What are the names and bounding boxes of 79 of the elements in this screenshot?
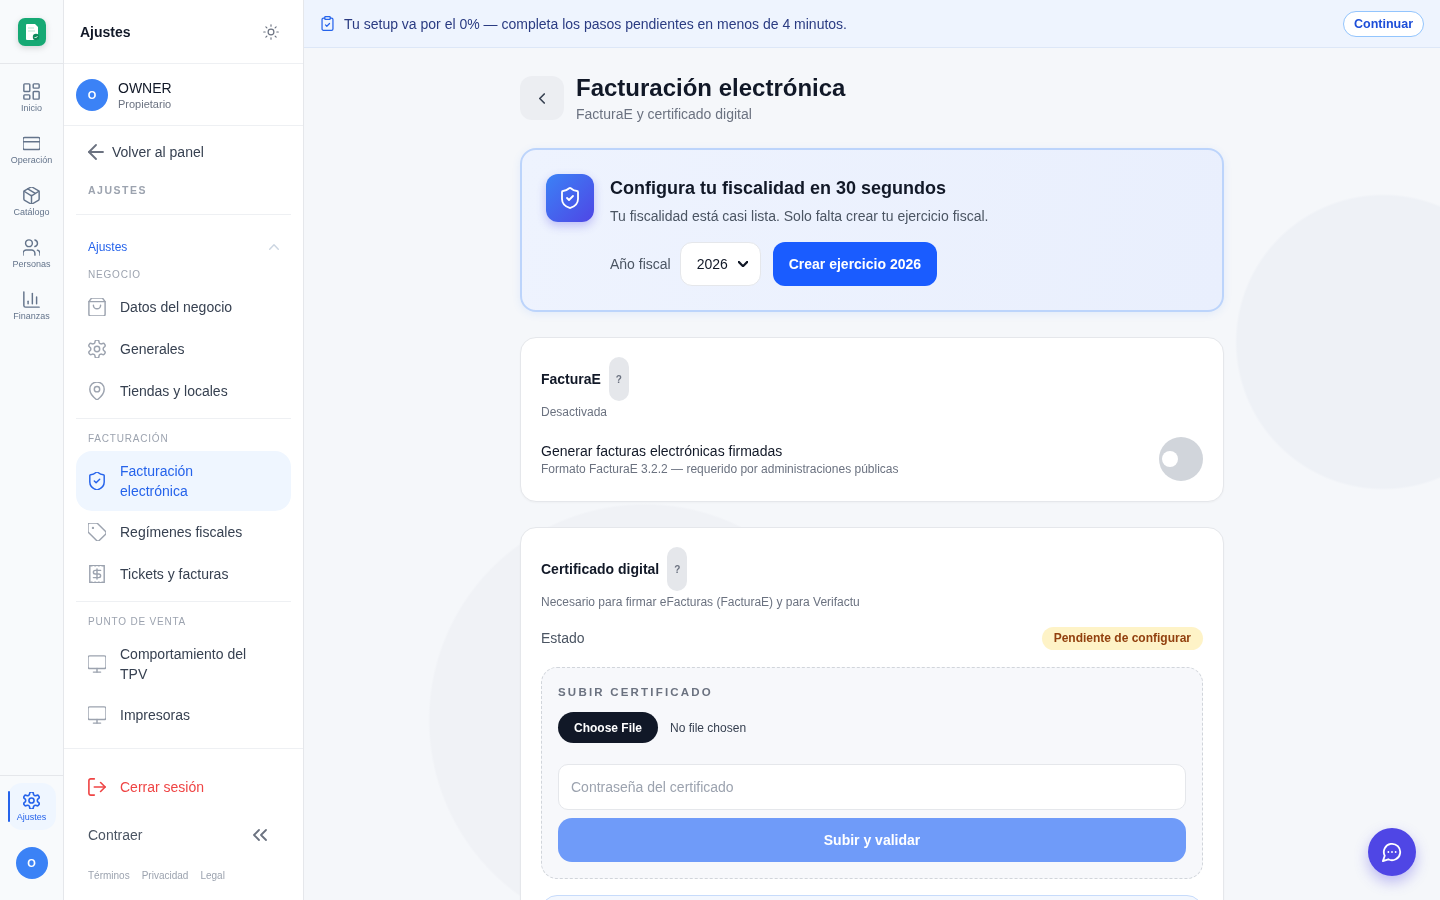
continue-button[interactable]: Continuar <box>1342 10 1424 37</box>
sidebar-nav-item[interactable]: Impresoras <box>76 694 291 736</box>
tag-icon <box>88 523 106 541</box>
card-title: Configura tu fiscalidad en 30 segundos <box>610 177 948 200</box>
dashboard-icon <box>23 83 40 100</box>
credit-card-icon <box>23 135 40 152</box>
help-button[interactable]: ? <box>608 357 629 401</box>
footer-link[interactable]: Privacidad <box>141 868 189 884</box>
map-pin-icon <box>88 382 106 400</box>
user-name: OWNER <box>118 79 172 96</box>
settings-icon <box>23 791 40 809</box>
shopping-bag-icon <box>88 298 106 316</box>
user-avatar[interactable]: O <box>15 847 48 879</box>
settings-icon <box>88 340 106 358</box>
clipboard-check-icon <box>321 16 334 31</box>
sidebar-nav-item[interactable]: Tickets y facturas <box>76 553 291 595</box>
logout-button[interactable]: Cerrar sesión <box>76 766 291 808</box>
back-link[interactable]: Volver al panel <box>76 138 204 166</box>
card-title: FacturaE <box>541 371 601 387</box>
status-text: Desactivada <box>541 404 609 420</box>
chevron-left-icon <box>539 92 545 104</box>
field-label: Año fiscal <box>610 256 671 272</box>
section-label: AJUSTES <box>88 183 147 198</box>
chat-icon <box>1382 842 1402 862</box>
group-toggle[interactable]: Ajustes <box>76 235 291 259</box>
card-description: Necesario para firmar eFacturas (FacturaE) y para Verifactu <box>541 594 861 610</box>
app-logo-icon[interactable] <box>17 17 46 46</box>
shield-check-icon <box>546 174 594 222</box>
year-select[interactable]: 2026 <box>679 242 761 286</box>
setting-title: Generar facturas electrónicas firmadas <box>541 442 784 461</box>
footer-link[interactable]: Términos <box>88 868 130 884</box>
chevron-up-icon <box>269 244 279 250</box>
monitor-icon <box>88 706 106 724</box>
file-status-text: No file chosen <box>670 720 747 735</box>
rail-nav-item[interactable]: Finanzas <box>7 280 56 332</box>
choose-file-button[interactable]: Choose File <box>558 712 658 743</box>
log-out-icon <box>88 778 106 796</box>
rail-nav-item[interactable]: Personas <box>7 228 56 280</box>
sidebar-title: Ajustes <box>80 23 131 40</box>
rail-nav-item[interactable]: Inicio <box>7 72 56 124</box>
box-icon <box>23 187 40 204</box>
footer-link[interactable]: Legal <box>200 868 225 884</box>
chat-button[interactable] <box>1368 828 1416 876</box>
sidebar-nav-item[interactable]: Facturación electrónica <box>76 451 291 511</box>
section-heading: NEGOCIO <box>87 268 141 282</box>
bar-chart-icon <box>23 291 40 308</box>
user-role: Propietario <box>118 97 172 110</box>
section-heading: PUNTO DE VENTA <box>87 615 187 629</box>
chevrons-left-icon <box>253 829 267 841</box>
collapse-button[interactable]: Contraer <box>76 814 291 856</box>
chevron-down-icon <box>737 261 748 267</box>
rail-nav-item[interactable]: Catálogo <box>7 176 56 228</box>
upload-heading: SUBIR CERTIFICADO <box>558 685 714 700</box>
card-description: Tu fiscalidad está casi lista. Solo falta crear tu ejercicio fiscal. <box>610 207 989 226</box>
sidebar-nav-item[interactable]: Tiendas y locales <box>76 370 291 412</box>
receipt-icon <box>88 565 106 583</box>
card-title: Certificado digital <box>541 561 660 577</box>
status-badge: Pendiente de configurar <box>1041 626 1203 650</box>
create-year-button[interactable]: Crear ejercicio 2026 <box>772 242 938 286</box>
sun-icon[interactable] <box>263 23 279 40</box>
toggle-switch[interactable] <box>1159 437 1203 481</box>
rail-nav-item[interactable]: Ajustes <box>7 783 56 830</box>
page-title: Facturación electrónica <box>576 76 846 100</box>
rail-nav-item[interactable]: Operación <box>7 124 56 176</box>
setting-description: Formato FacturaE 3.2.2 — requerido por administraciones públicas <box>541 461 899 477</box>
sidebar-nav-item[interactable]: Datos del negocio <box>76 286 291 328</box>
users-icon <box>23 239 40 256</box>
monitor-icon <box>88 655 106 673</box>
sidebar-nav-item[interactable]: Regímenes fiscales <box>76 511 291 553</box>
sidebar-nav-item[interactable]: Generales <box>76 328 291 370</box>
user-avatar: O <box>76 78 108 111</box>
page-subtitle: FacturaE y certificado digital <box>576 105 753 123</box>
shield-check-icon <box>88 472 106 490</box>
banner-text: Tu setup va por el 0% — completa los pasos pendientes en menos de 4 minutos. <box>344 15 848 32</box>
password-field[interactable]: Contraseña del certificado <box>558 764 1186 810</box>
sidebar-nav-item[interactable]: Comportamiento del TPV <box>76 634 291 694</box>
status-label: Estado <box>541 630 585 646</box>
help-button[interactable]: ? <box>667 547 688 591</box>
section-heading: FACTURACIÓN <box>87 431 169 446</box>
